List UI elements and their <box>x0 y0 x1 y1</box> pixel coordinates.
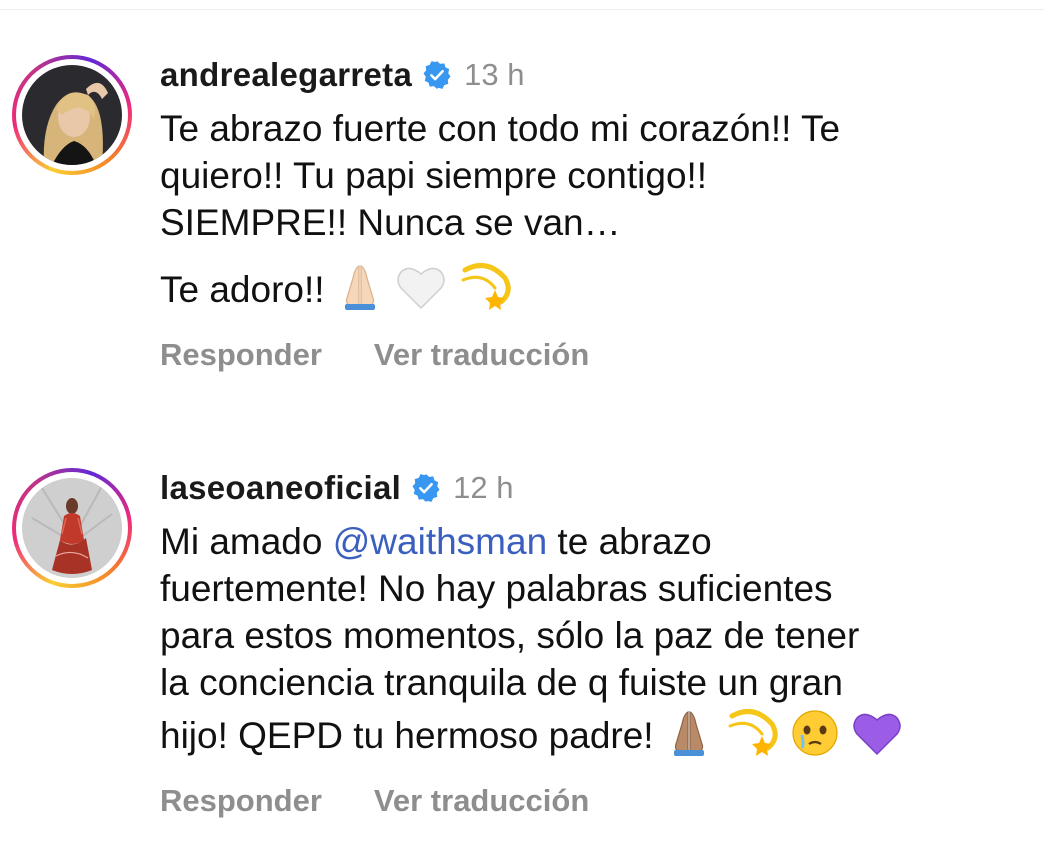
comment-username[interactable]: laseoaneoficial <box>160 469 401 507</box>
face-holding-back-tears-icon <box>790 708 840 758</box>
avatar-story-ring[interactable] <box>12 468 132 588</box>
top-divider <box>0 9 1044 10</box>
comment-timestamp: 13 h <box>464 57 525 92</box>
avatar-story-ring[interactable] <box>12 55 132 175</box>
avatar <box>22 478 122 578</box>
comment-username[interactable]: andrealegarreta <box>160 56 412 94</box>
avatar <box>22 65 122 165</box>
reply-button[interactable]: Responder <box>160 783 322 819</box>
comment-text: Te abrazo fuerte con todo mi corazón!! T… <box>160 108 841 312</box>
mention-link[interactable]: @waithsman <box>333 521 547 562</box>
verified-badge-icon <box>422 60 452 90</box>
reply-button[interactable]: Responder <box>160 337 322 373</box>
see-translation-button[interactable]: Ver traducción <box>374 337 589 373</box>
dizzy-icon <box>724 706 780 758</box>
white-heart-icon <box>395 262 447 312</box>
dizzy-icon <box>457 260 513 312</box>
comment-timestamp: 12 h <box>453 470 514 505</box>
folded-hands-icon <box>664 708 714 758</box>
folded-hands-icon <box>335 262 385 312</box>
verified-badge-icon <box>411 473 441 503</box>
comment-text: Mi amado @waithsman te abrazo fuertement… <box>160 518 1020 759</box>
see-translation-button[interactable]: Ver traducción <box>374 783 589 819</box>
purple-heart-icon <box>851 708 903 758</box>
